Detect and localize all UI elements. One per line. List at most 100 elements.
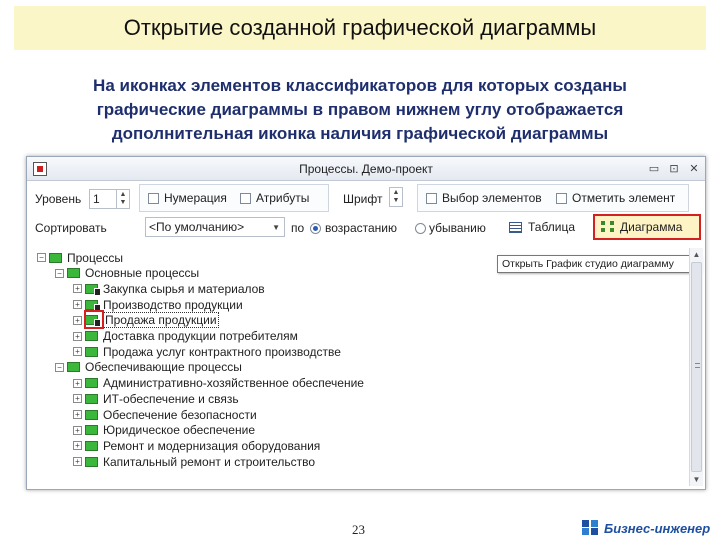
font-label: Шрифт [343,192,383,206]
scroll-thumb[interactable] [691,262,702,472]
toolbar: Уровень 1 ▲ ▼ Нумерация Атрибуты Шрифт ▲ ▼… [27,182,705,246]
sort-select[interactable]: <По умолчанию> ▼ [145,217,285,237]
tree-row[interactable]: + Административно-хозяйственное обеспечен… [73,376,364,391]
window-title: Процессы. Демо-проект [299,162,433,176]
tree-row-label: Юридическое обеспечение [103,423,255,438]
tree-row-label: Доставка продукции потребителям [103,329,298,343]
attributes-label: Атрибуты [256,191,310,205]
tree-row-label: Обеспечивающие процессы [85,360,242,375]
ascending-label: возрастанию [325,221,397,235]
scroll-up-icon[interactable]: ▲ [690,248,703,261]
collapse-icon[interactable]: − [55,362,64,372]
tree-row[interactable]: − Процессы [37,250,123,265]
collapse-icon[interactable]: − [55,268,64,278]
expand-icon[interactable]: + [73,425,82,435]
tree-row-label: Капитальный ремонт и строительство [103,454,316,469]
expand-icon[interactable]: + [73,300,82,310]
diagram-badge-highlight [84,309,104,329]
node-with-diagram-icon [85,299,101,312]
tree-row-label: Ремонт и модернизация оборудования [103,438,321,453]
tree-row[interactable]: + Доставка продукции потребителям [73,329,298,344]
collapse-icon[interactable]: − [37,253,46,262]
subtitle-line: дополнительная иконка наличия графическо… [111,124,609,143]
sort-label: Сортировать [35,221,107,235]
table-button-label: Таблица [528,220,576,234]
table-icon [509,221,522,233]
tree-row-label: Закупка сырья и материалов [103,281,265,296]
expand-icon[interactable]: + [73,394,82,404]
tree-row-label: Обеспечение безопасности [103,407,257,422]
chevron-down-icon[interactable]: ▼ [272,223,280,232]
font-size-stepper[interactable]: ▲ ▼ [389,187,403,207]
green-node-icon [85,393,98,404]
expand-icon[interactable]: + [73,378,82,388]
attributes-checkbox[interactable] [240,193,251,204]
selection-options-group: Выбор элементов Отметить элемент [417,184,689,212]
slide-subtitle: На иконках элементов классификаторов для… [20,74,700,146]
brand: Бизнес-инженер [582,520,710,536]
descending-radio[interactable] [415,223,426,234]
green-node-icon [85,425,98,436]
tree-row-label: ИТ-обеспечение и связь [103,391,239,406]
diagram-button[interactable]: Диаграмма [593,214,701,240]
mark-element-label: Отметить элемент [572,191,676,205]
green-node-icon [85,456,98,467]
green-node-icon [67,362,80,373]
green-node-icon [85,346,98,357]
vertical-scrollbar[interactable]: ▲ ▼ [689,248,703,486]
tree-row[interactable]: + Юридическое обеспечение [73,423,255,438]
tree-row[interactable]: + ИТ-обеспечение и связь [73,391,239,406]
tree-row[interactable]: + Продажа услуг контрактного производстве [73,344,341,359]
node-with-diagram-icon [85,283,101,296]
minimize-icon[interactable]: ▭ [647,161,661,175]
sort-by-label: по [291,221,305,235]
green-node-icon [85,331,98,341]
slide-title: Открытие созданной графической диаграммы [14,6,706,50]
expand-icon[interactable]: + [73,331,82,341]
level-input[interactable]: 1 [89,189,117,209]
tree-row-label: Продажа услуг контрактного производстве [103,344,341,359]
brand-logo-icon [582,520,600,536]
window-titlebar[interactable]: Процессы. Демо-проект ▭ ⊡ ✕ [27,157,705,181]
tree-row-label: Производство продукции [103,297,243,312]
tree-row[interactable]: − Обеспечивающие процессы [55,360,242,375]
tree-row-label: Основные процессы [85,266,200,281]
table-button[interactable]: Таблица [509,216,583,238]
close-icon[interactable]: ✕ [687,161,701,175]
sort-select-value: <По умолчанию> [149,220,245,234]
tree-row[interactable]: + Закупка сырья и материалов [73,281,265,296]
subtitle-line: графические диаграммы в правом нижнем уг… [96,100,624,119]
expand-icon[interactable]: + [73,457,82,467]
expand-icon[interactable]: + [73,347,82,357]
level-stepper[interactable]: ▲ ▼ [116,189,130,209]
ascending-radio[interactable] [310,223,321,234]
display-options-group: Нумерация Атрибуты [139,184,329,212]
maximize-icon[interactable]: ⊡ [667,161,681,175]
select-elements-checkbox[interactable] [426,193,437,204]
green-node-icon [49,252,62,263]
tree-row[interactable]: + Обеспечение безопасности [73,407,257,422]
tree-row[interactable]: − Основные процессы [55,266,199,281]
subtitle-line: На иконках элементов классификаторов для… [93,76,627,95]
expand-icon[interactable]: + [73,410,82,419]
descending-label: убыванию [429,221,486,235]
numbering-label: Нумерация [164,191,227,205]
processes-window: Процессы. Демо-проект ▭ ⊡ ✕ Уровень 1 ▲ ▼… [26,156,706,490]
expand-icon[interactable]: + [73,284,82,294]
tree-row[interactable]: + Капитальный ремонт и строительство [73,454,315,469]
mark-element-checkbox[interactable] [556,193,567,204]
page-number: 23 [352,522,365,537]
expand-icon[interactable]: + [73,441,82,451]
diagram-icon [601,221,615,233]
numbering-checkbox[interactable] [148,193,159,204]
tree-row[interactable]: + Ремонт и модернизация оборудования [73,438,320,453]
expand-icon[interactable]: + [73,315,82,325]
process-tree: − Процессы − Основные процессы + Закупка сырь… [31,248,681,486]
level-label: Уровень [35,192,82,206]
green-node-icon [85,378,98,389]
scroll-down-icon[interactable]: ▼ [690,473,703,486]
tree-row-label: Процессы [67,250,124,265]
brand-name: Бизнес-инженер [604,520,711,536]
green-node-icon [85,409,98,420]
green-node-icon [67,268,80,279]
